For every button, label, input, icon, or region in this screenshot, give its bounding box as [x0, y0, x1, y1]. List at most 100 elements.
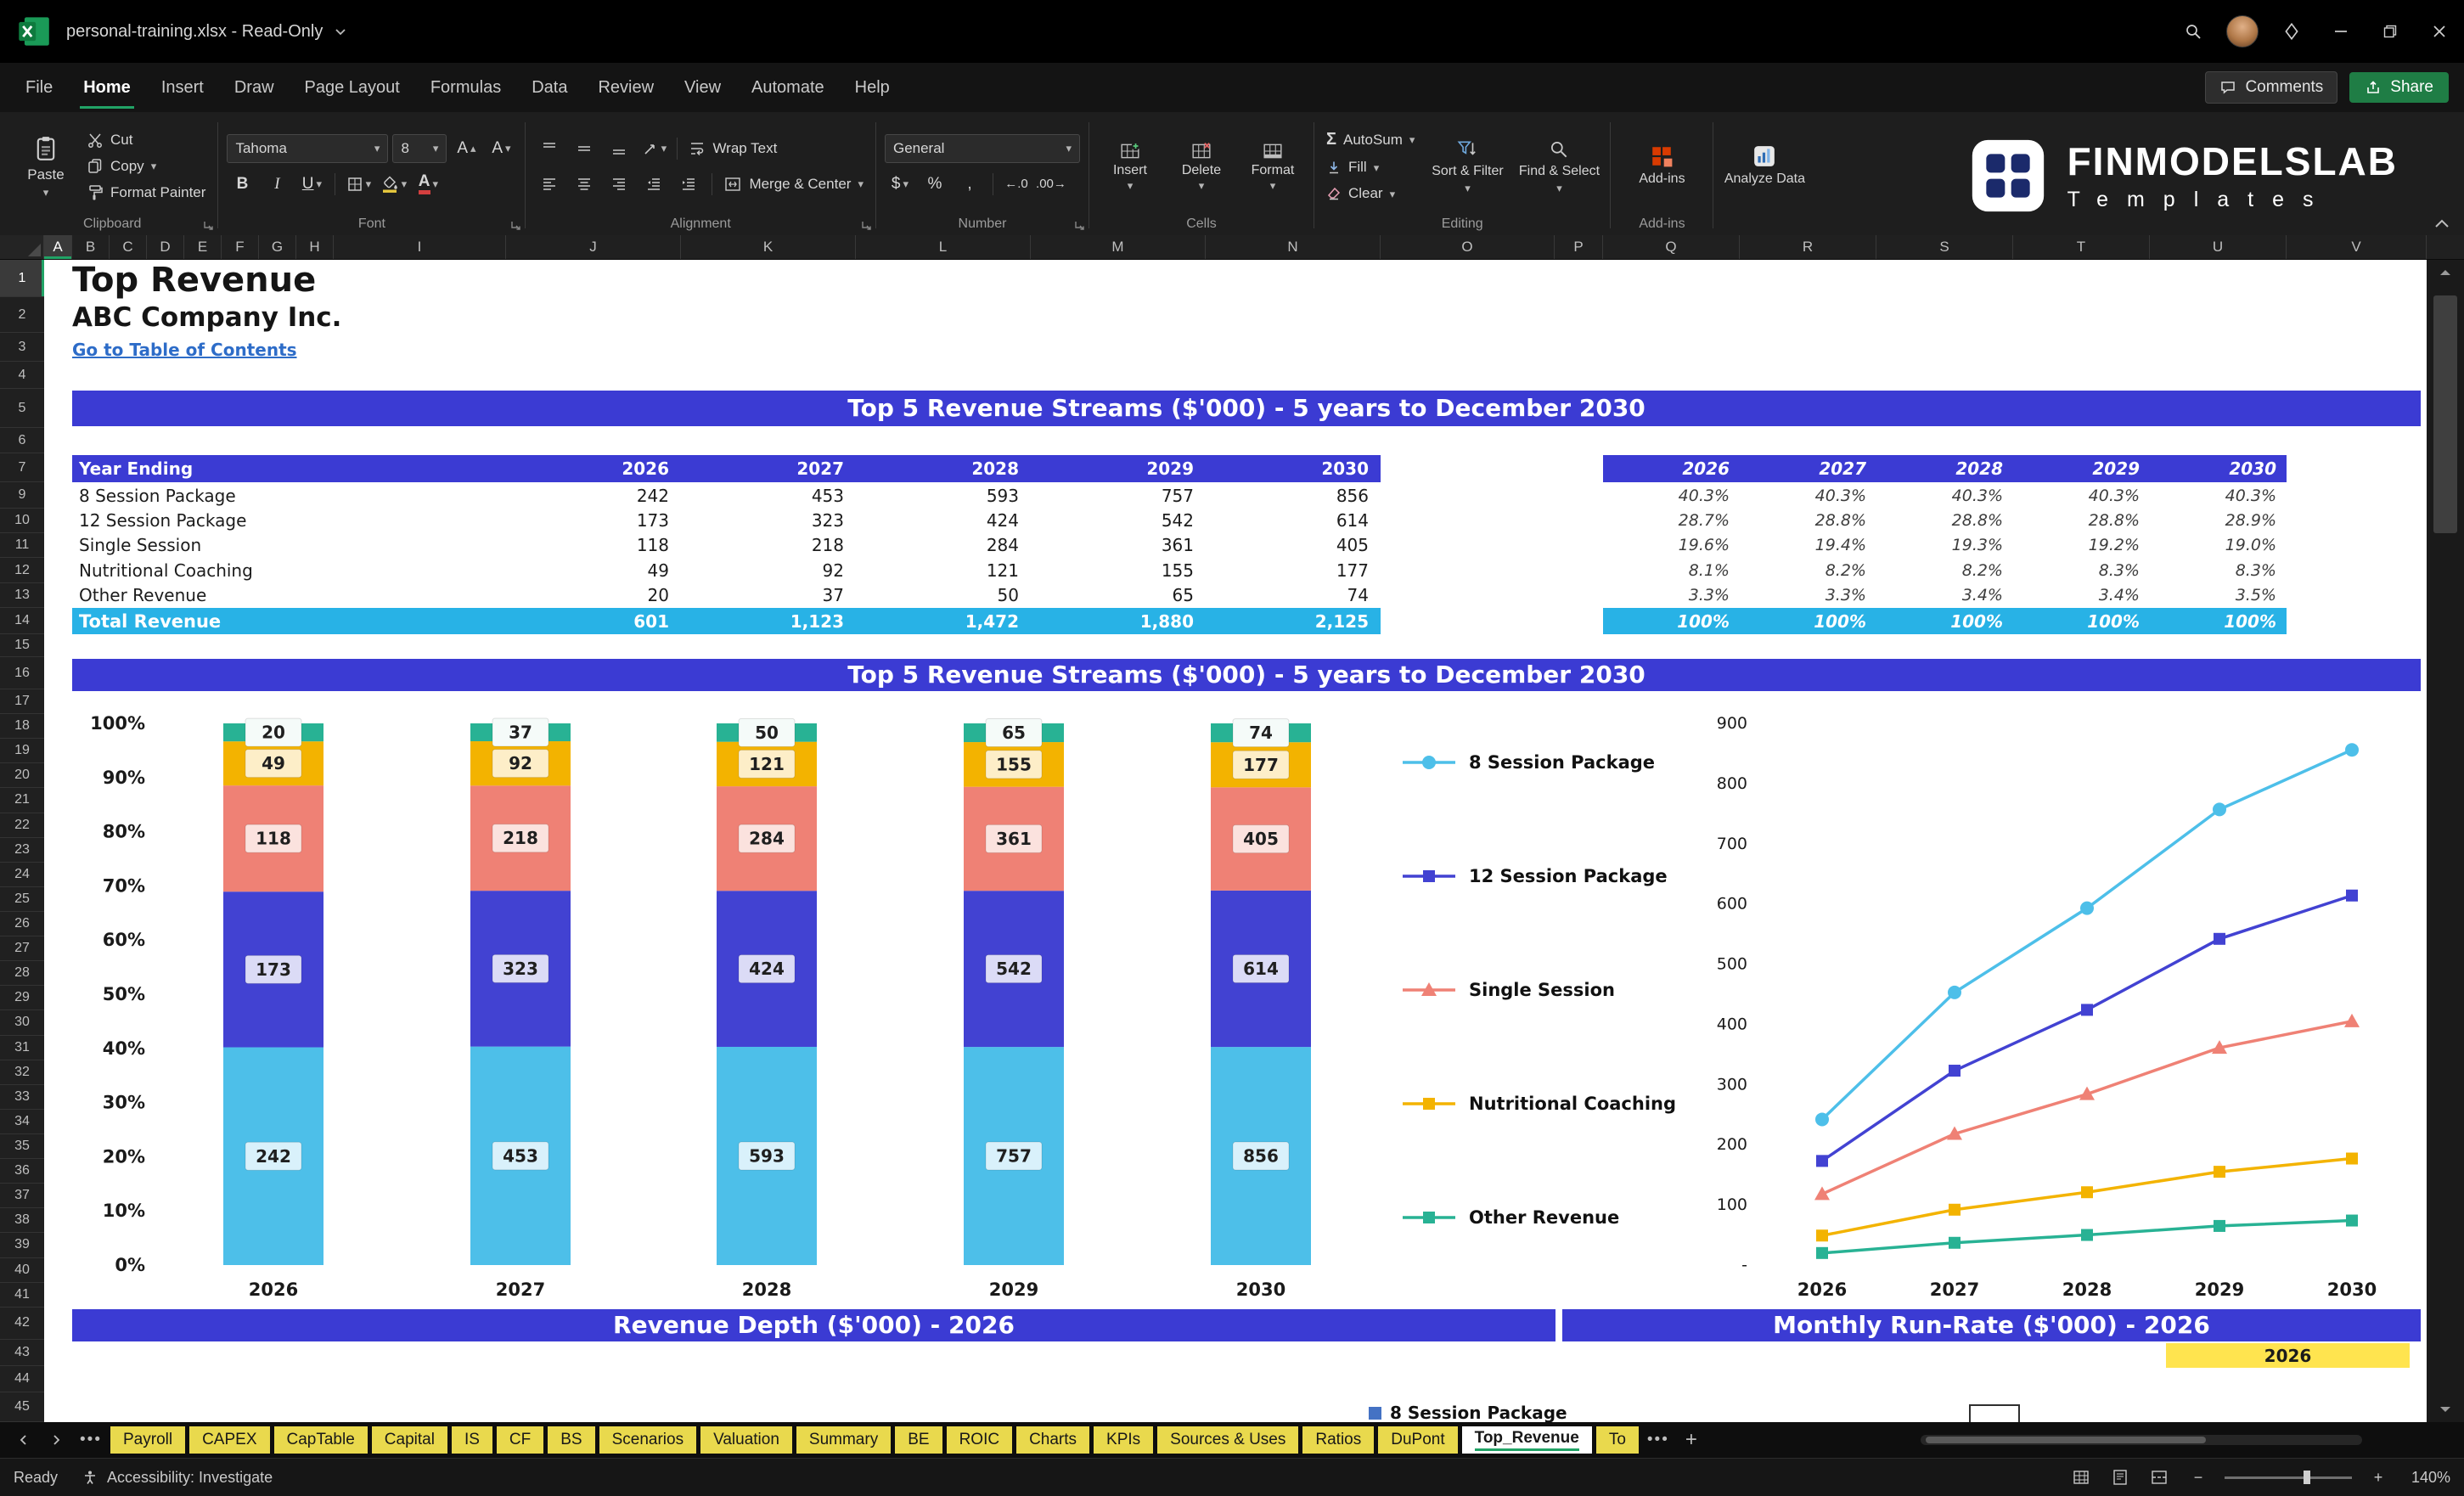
cell-value[interactable]: 177: [1206, 558, 1381, 582]
sheet-tab-cf[interactable]: CF: [496, 1426, 544, 1454]
insert-cells-button[interactable]: Insert ▾: [1098, 141, 1162, 191]
row-label[interactable]: 12 Session Package: [79, 508, 246, 532]
select-all-corner[interactable]: [0, 235, 44, 259]
pct-value[interactable]: 19.3%: [1876, 532, 2013, 557]
pct-value[interactable]: 8.2%: [1876, 558, 2013, 582]
pct-value[interactable]: 28.7%: [1603, 508, 1740, 532]
sheet-tab-bs[interactable]: BS: [548, 1426, 595, 1454]
pct-value[interactable]: 19.0%: [2150, 532, 2287, 557]
row-header-42[interactable]: 42: [0, 1308, 44, 1340]
column-header-m[interactable]: M: [1031, 235, 1206, 259]
column-header-t[interactable]: T: [2013, 235, 2150, 259]
cell-value[interactable]: 856: [1206, 483, 1381, 508]
decrease-decimal-button[interactable]: .00→: [1036, 170, 1066, 199]
zoom-level[interactable]: 140%: [2405, 1469, 2450, 1487]
borders-button[interactable]: ▾: [343, 170, 374, 199]
row-label[interactable]: Single Session: [79, 532, 201, 557]
copy-button[interactable]: Copy ▾: [83, 156, 209, 177]
cell-value[interactable]: 614: [1206, 508, 1381, 532]
tabs-more-button[interactable]: •••: [76, 1427, 105, 1453]
pct-total-value[interactable]: 100%: [2013, 608, 2150, 634]
row-header-1[interactable]: 1: [0, 260, 44, 297]
sheet-tab-is[interactable]: IS: [451, 1426, 492, 1454]
row-header-40[interactable]: 40: [0, 1258, 44, 1283]
decrease-font-size-button[interactable]: A ▾: [486, 134, 516, 163]
cell-value[interactable]: 37: [681, 582, 856, 607]
pct-value[interactable]: 28.8%: [1876, 508, 2013, 532]
align-middle-button[interactable]: [569, 134, 599, 163]
menu-tab-page-layout[interactable]: Page Layout: [290, 63, 415, 112]
row-header-21[interactable]: 21: [0, 788, 44, 813]
cell-value[interactable]: 65: [1031, 582, 1206, 607]
sheet-tab-be[interactable]: BE: [895, 1426, 942, 1454]
row-header-23[interactable]: 23: [0, 838, 44, 863]
row-header-3[interactable]: 3: [0, 333, 44, 362]
total-value[interactable]: 1,880: [1031, 608, 1206, 634]
comma-style-button[interactable]: ,: [954, 170, 985, 199]
scroll-up-button[interactable]: [2427, 260, 2464, 285]
sheet-tab-capex[interactable]: CAPEX: [189, 1426, 270, 1454]
column-header-h[interactable]: H: [296, 235, 334, 259]
align-top-button[interactable]: [534, 134, 565, 163]
row-header-11[interactable]: 11: [0, 533, 44, 558]
vertical-scrollbar[interactable]: [2427, 260, 2464, 1422]
horizontal-scrollbar[interactable]: [1921, 1435, 2362, 1445]
row-header-41[interactable]: 41: [0, 1283, 44, 1308]
row-header-18[interactable]: 18: [0, 714, 44, 740]
row-header-15[interactable]: 15: [0, 634, 44, 657]
row-header-12[interactable]: 12: [0, 558, 44, 583]
autosum-button[interactable]: Σ AutoSum ▾: [1323, 128, 1418, 151]
column-header-c[interactable]: C: [110, 235, 147, 259]
sheet-tab-summary[interactable]: Summary: [796, 1426, 892, 1454]
runrate-year-cell[interactable]: 2026: [2166, 1343, 2410, 1368]
column-header-e[interactable]: E: [184, 235, 222, 259]
row-header-32[interactable]: 32: [0, 1060, 44, 1085]
total-value[interactable]: 601: [506, 608, 681, 634]
row-label[interactable]: 8 Session Package: [79, 483, 236, 508]
increase-decimal-button[interactable]: ←.0: [1001, 170, 1032, 199]
page-layout-view-button[interactable]: [2107, 1465, 2133, 1490]
minimize-button[interactable]: [2316, 0, 2366, 63]
percent-style-button[interactable]: %: [920, 170, 950, 199]
menu-tab-help[interactable]: Help: [840, 63, 905, 112]
column-header-f[interactable]: F: [222, 235, 259, 259]
delete-cells-button[interactable]: Delete ▾: [1169, 141, 1234, 191]
row-header-28[interactable]: 28: [0, 961, 44, 987]
excel-app-icon[interactable]: [17, 14, 51, 48]
sort-filter-button[interactable]: Sort & Filter ▾: [1425, 138, 1510, 194]
row-header-22[interactable]: 22: [0, 813, 44, 838]
column-header-d[interactable]: D: [147, 235, 184, 259]
row-header-36[interactable]: 36: [0, 1159, 44, 1184]
pct-value[interactable]: 8.3%: [2013, 558, 2150, 582]
row-header-45[interactable]: 45: [0, 1392, 44, 1422]
user-avatar[interactable]: [2218, 0, 2267, 63]
increase-font-size-button[interactable]: A ▴: [451, 134, 481, 163]
row-header-33[interactable]: 33: [0, 1085, 44, 1110]
tabs-scroll-right-button[interactable]: [42, 1427, 71, 1453]
stacked-bar-chart[interactable]: 100% 90% 80% 70% 60% 50% 40% 30% 20% 10% 0% 242 173 1…: [72, 695, 1384, 1311]
align-right-button[interactable]: [604, 170, 634, 199]
align-left-button[interactable]: [534, 170, 565, 199]
analyze-data-button[interactable]: Analyze Data: [1722, 144, 1807, 187]
fill-color-button[interactable]: ▾: [378, 170, 408, 199]
align-bottom-button[interactable]: [604, 134, 634, 163]
row-header-35[interactable]: 35: [0, 1134, 44, 1160]
row-header-2[interactable]: 2: [0, 297, 44, 333]
total-value[interactable]: 2,125: [1206, 608, 1381, 634]
toc-link[interactable]: Go to Table of Contents: [72, 340, 297, 360]
row-header-5[interactable]: 5: [0, 389, 44, 428]
line-chart[interactable]: 900 800 700 600 500 400 300 200 100 - 2026 2027 2028…: [1713, 695, 2421, 1311]
pct-value[interactable]: 19.2%: [2013, 532, 2150, 557]
title-chevron-down-icon[interactable]: [335, 28, 346, 36]
menu-tab-data[interactable]: Data: [516, 63, 582, 112]
menu-tab-draw[interactable]: Draw: [219, 63, 290, 112]
pct-value[interactable]: 8.2%: [1740, 558, 1876, 582]
pct-value[interactable]: 40.3%: [1740, 483, 1876, 508]
new-sheet-button[interactable]: +: [1678, 1427, 1707, 1453]
cell-value[interactable]: 323: [681, 508, 856, 532]
pct-value[interactable]: 28.8%: [2013, 508, 2150, 532]
row-header-30[interactable]: 30: [0, 1010, 44, 1036]
row-header-34[interactable]: 34: [0, 1110, 44, 1134]
sheet-tab-sources-uses[interactable]: Sources & Uses: [1157, 1426, 1299, 1454]
accessibility-status[interactable]: Accessibility: Investigate: [82, 1469, 273, 1487]
